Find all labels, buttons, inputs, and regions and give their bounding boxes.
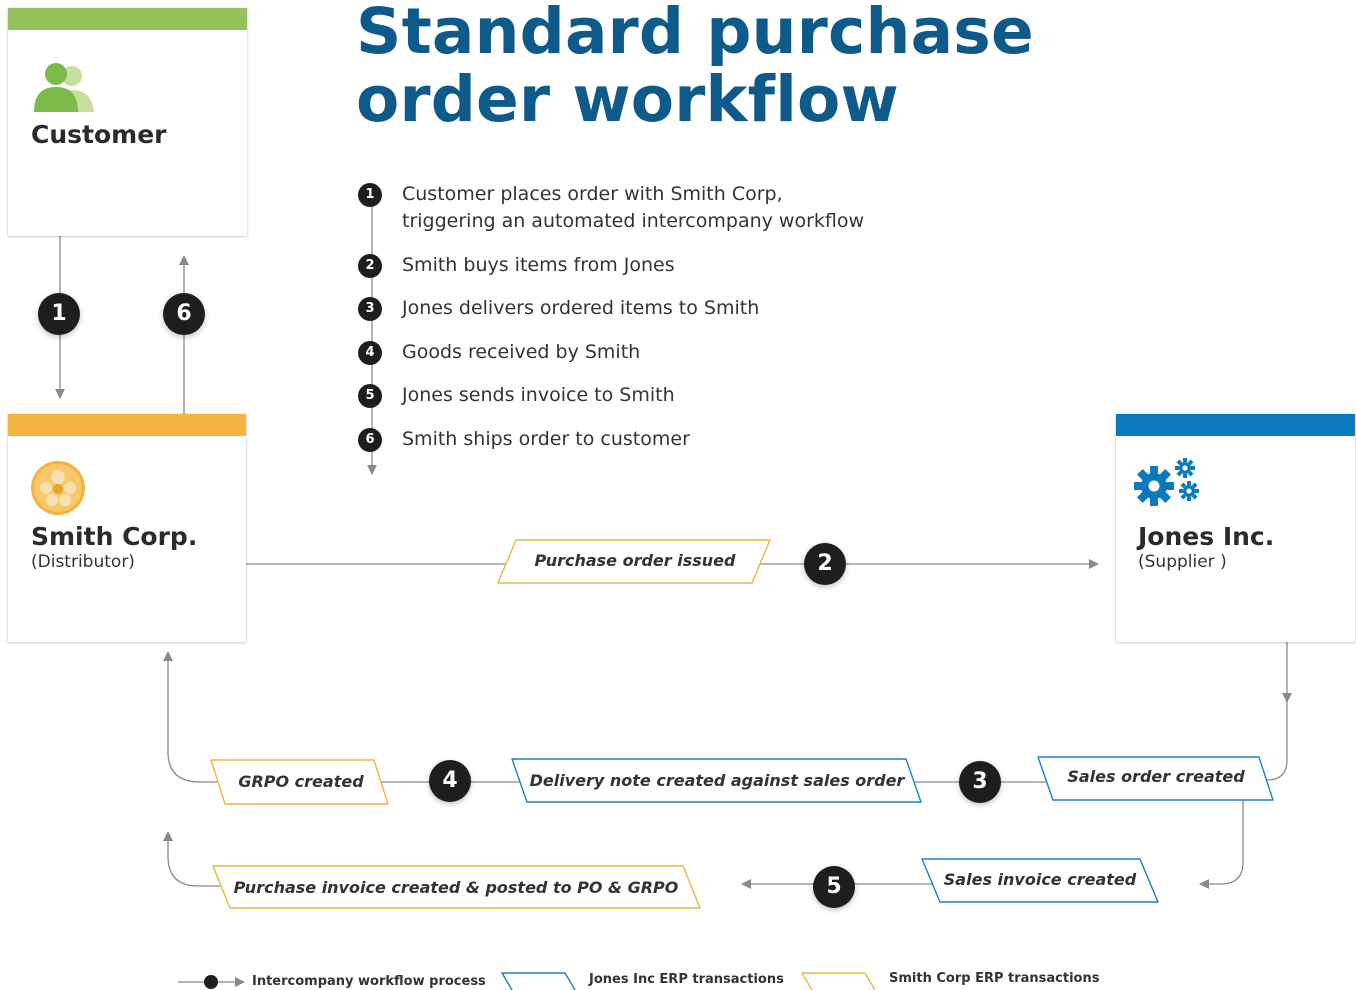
step-number: 5 [358,384,382,408]
step-text-line-2: triggering an automated intercompany wor… [402,210,865,232]
smith-card-bar [8,414,246,436]
customer-card-bar [8,8,247,30]
badge-step-3: 3 [959,761,1001,803]
purchase-order-label: Purchase order issued [534,551,736,570]
delivery-note-label: Delivery note created against sales orde… [529,771,905,790]
jones-name: Jones Inc. [1138,522,1275,551]
jones-role: (Supplier ) [1138,552,1227,572]
step-number: 1 [358,183,382,207]
purchase-invoice-label: Purchase invoice created & posted to PO … [233,878,679,897]
badge-step-5: 5 [813,866,855,908]
soccer-ball-icon [31,461,85,515]
jones-card: Jones Inc. (Supplier ) [1116,414,1355,642]
step-number: 6 [358,428,382,452]
page-title: Standard purchase order workflow [356,0,1034,134]
title-line-2: order workflow [356,63,899,136]
legend-jones-label: Jones Inc ERP transactions [589,972,784,987]
step-number: 2 [358,254,382,278]
grpo-label: GRPO created [238,772,364,791]
step-text: Goods received by Smith [402,341,641,363]
legend-smith-shape [801,972,876,990]
badge-step-2: 2 [804,543,846,585]
badge-step-6: 6 [163,293,205,335]
smith-role: (Distributor) [31,552,135,572]
customer-card: Customer [8,8,247,236]
customer-name: Customer [31,120,167,149]
smith-name: Smith Corp. [31,522,198,551]
step-text: Jones delivers ordered items to Smith [402,297,760,319]
badge-step-4: 4 [429,760,471,802]
jones-card-bar [1116,414,1355,436]
people-icon [34,63,94,112]
smith-card: Smith Corp. (Distributor) [8,414,246,642]
step-text: Smith buys items from Jones [402,254,675,276]
flow-line-sales-order-to-invoice [1199,800,1244,889]
step-text: Customer places order with Smith Corp, [402,183,783,205]
gears-icon [1134,458,1199,506]
legend-process-dot [204,975,218,989]
sales-order-label: Sales order created [1067,767,1245,786]
title-line-1: Standard purchase [356,0,1034,68]
step-number: 3 [358,297,382,321]
legend-process-label: Intercompany workflow process [252,974,486,989]
step-number: 4 [358,341,382,365]
step-text: Smith ships order to customer [402,428,690,450]
badge-step-1: 1 [38,293,80,335]
legend-smith-label: Smith Corp ERP transactions [889,971,1100,986]
sales-invoice-label: Sales invoice created [943,870,1137,889]
legend-jones-shape [501,972,576,990]
step-text: Jones sends invoice to Smith [402,384,675,406]
flow-line-jones-to-sales-order-curve [1266,700,1288,781]
